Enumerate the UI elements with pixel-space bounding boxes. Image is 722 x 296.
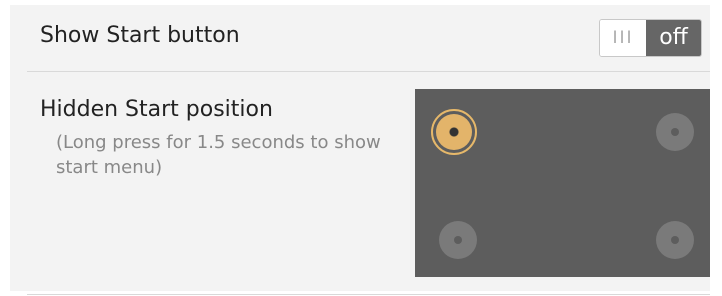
show-start-row: Show Start button III off xyxy=(10,5,710,69)
bottom-divider xyxy=(27,294,710,295)
hidden-start-position-hint: (Long press for 1.5 seconds to show star… xyxy=(56,132,381,178)
position-top-right-radio[interactable] xyxy=(656,113,694,151)
toggle-handle[interactable]: III xyxy=(600,20,646,56)
position-top-left-radio[interactable] xyxy=(431,109,477,155)
toggle-state-label: off xyxy=(646,20,701,56)
settings-panel: Show Start button III off Hidden Start p… xyxy=(10,5,710,295)
position-bottom-left-radio[interactable] xyxy=(439,221,477,259)
show-start-label: Show Start button xyxy=(40,23,240,48)
start-position-picker xyxy=(415,89,710,277)
row-divider xyxy=(27,71,710,72)
show-start-toggle[interactable]: III off xyxy=(599,19,702,57)
hidden-start-position-label: Hidden Start position xyxy=(40,97,273,122)
position-bottom-right-radio[interactable] xyxy=(656,221,694,259)
